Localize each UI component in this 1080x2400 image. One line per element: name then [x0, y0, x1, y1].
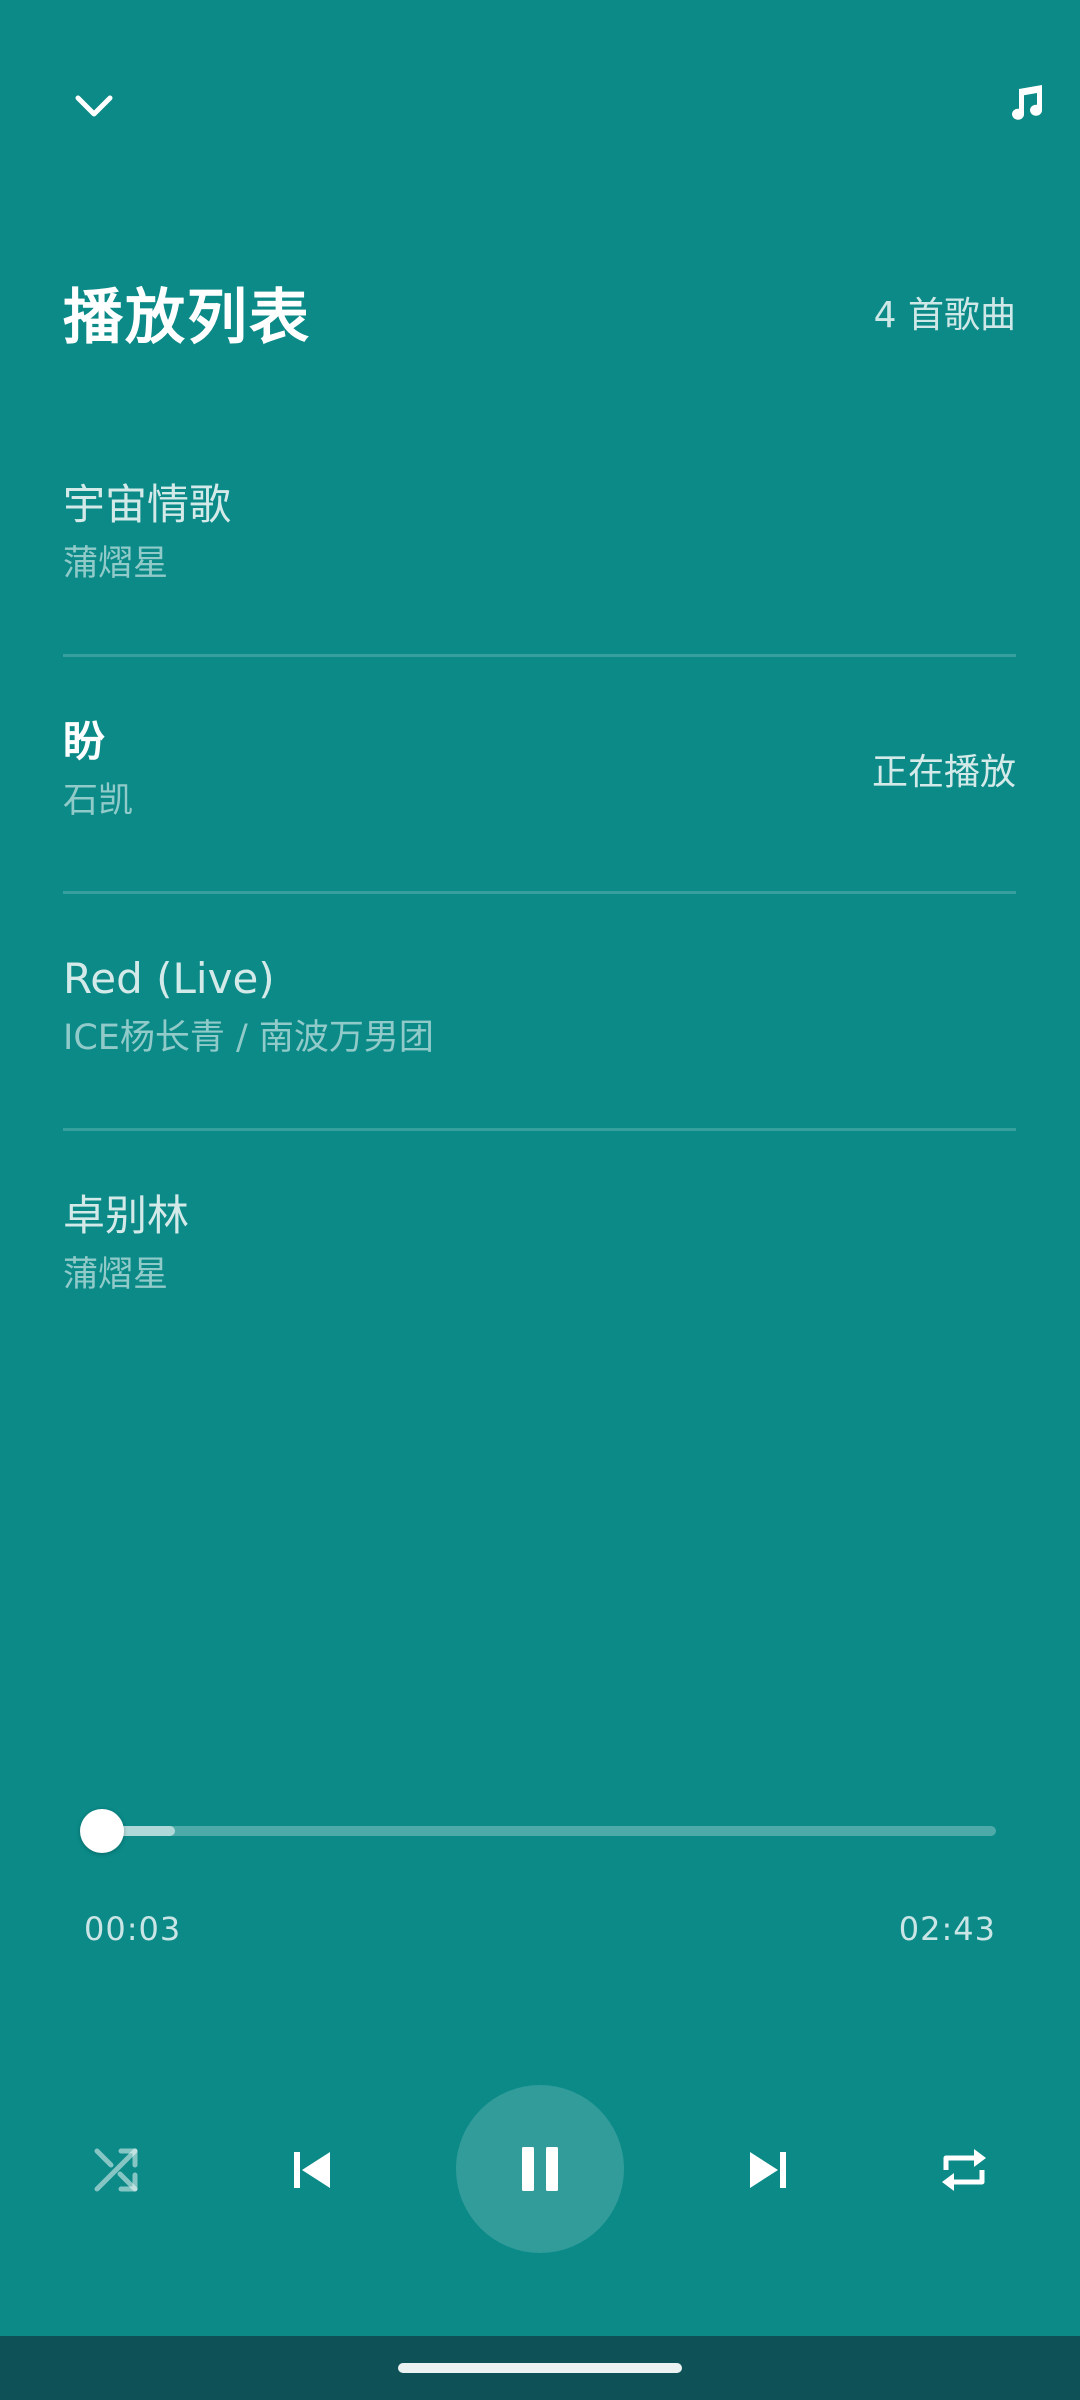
- previous-button[interactable]: [262, 2120, 362, 2220]
- music-note-button[interactable]: [978, 54, 1074, 150]
- song-texts: 宇宙情歌 蒲熠星: [63, 476, 231, 590]
- elapsed-time: 00:03: [84, 1910, 182, 1948]
- playlist: 宇宙情歌 蒲熠星 盼 石凯 正在播放 Red (Live) ICE杨长青 / 南…: [63, 420, 1016, 1365]
- repeat-button[interactable]: [914, 2120, 1014, 2220]
- song-artist: 石凯: [63, 781, 134, 821]
- song-artist: 蒲熠星: [63, 1255, 169, 1295]
- skip-next-icon: [750, 2152, 786, 2188]
- list-item[interactable]: Red (Live) ICE杨长青 / 南波万男团: [63, 891, 1016, 1128]
- list-item[interactable]: 卓别林 蒲熠星: [63, 1128, 1016, 1365]
- song-count: 4 首歌曲: [873, 295, 1016, 336]
- next-button[interactable]: [718, 2120, 818, 2220]
- progress-slider[interactable]: [80, 1809, 996, 1853]
- pause-icon: [522, 2147, 558, 2191]
- song-title: 卓别林: [63, 1191, 190, 1240]
- total-time: 02:43: [898, 1910, 996, 1948]
- list-item[interactable]: 宇宙情歌 蒲熠星: [63, 420, 1016, 654]
- playlist-screen: 播放列表 4 首歌曲 宇宙情歌 蒲熠星 盼 石凯 正在播放 Red (Live)…: [0, 0, 1080, 2400]
- home-indicator[interactable]: [398, 2363, 682, 2373]
- page-title: 播放列表: [63, 282, 311, 353]
- song-title: Red (Live): [63, 954, 275, 1003]
- repeat-icon: [942, 2149, 986, 2191]
- song-texts: 盼 石凯: [63, 713, 133, 827]
- song-texts: 卓别林 蒲熠星: [63, 1187, 189, 1301]
- song-texts: Red (Live) ICE杨长青 / 南波万男团: [63, 950, 434, 1064]
- shuffle-button[interactable]: [66, 2120, 166, 2220]
- playlist-header: 播放列表 4 首歌曲: [63, 262, 1016, 362]
- song-artist: 蒲熠星: [63, 544, 169, 584]
- song-artist: ICE杨长青 / 南波万男团: [63, 1018, 434, 1058]
- skip-previous-icon: [294, 2152, 330, 2188]
- shuffle-icon: [94, 2148, 138, 2192]
- list-item[interactable]: 盼 石凯 正在播放: [63, 654, 1016, 891]
- chevron-down-icon: [75, 95, 113, 117]
- music-note-icon: [1012, 85, 1043, 120]
- now-playing-label: 正在播放: [871, 752, 1016, 793]
- song-title: 宇宙情歌: [63, 480, 232, 529]
- progress-thumb[interactable]: [80, 1809, 125, 1853]
- pause-button[interactable]: [456, 2085, 624, 2253]
- collapse-button[interactable]: [46, 58, 142, 154]
- song-title: 盼: [63, 717, 106, 766]
